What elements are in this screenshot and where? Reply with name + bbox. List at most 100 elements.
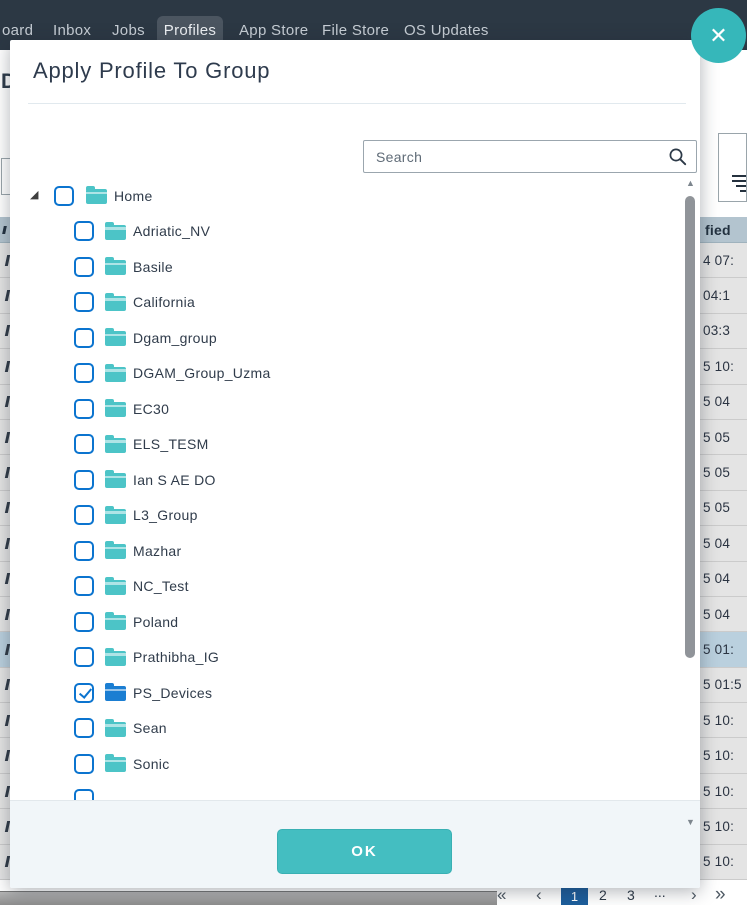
tree-item[interactable]: California [28,285,684,321]
table-row: 5 10: [700,349,747,384]
pagination-last[interactable]: » [715,884,726,905]
tree-item[interactable]: Basile [28,249,684,285]
group-tree: ◢ Home Adriatic_NV Basile California Dga… [28,178,684,800]
checkbox[interactable] [74,328,94,348]
tree-item[interactable]: L3_Group [28,498,684,534]
tree-item-clipped[interactable] [28,782,684,801]
search-icon[interactable] [668,147,688,167]
checkbox[interactable] [74,541,94,561]
background-searchbox-edge [1,158,10,195]
table-row: 5 10: [700,809,747,844]
background-table-row-edge [0,314,10,349]
background-table-row-edge [0,774,10,809]
background-table-row-edge [0,703,10,738]
folder-icon [105,331,126,346]
folder-icon [105,260,126,275]
tree-item-label: NC_Test [133,578,189,594]
tab-os-updates[interactable]: OS Updates [404,22,489,39]
pagination-first[interactable]: « [497,885,506,905]
tree-item-label: Adriatic_NV [133,223,210,239]
tab-file-store[interactable]: File Store [322,22,389,39]
tab-app-store[interactable]: App Store [239,22,308,39]
background-table-row-edge [0,491,10,526]
modal-footer: OK [10,800,700,888]
tree-item[interactable]: EC30 [28,391,684,427]
tree-item-home[interactable]: ◢ Home [28,178,684,214]
table-row: 5 05 [700,491,747,526]
tree-item[interactable]: Prathibha_IG [28,640,684,676]
table-row: 5 01:5 [700,668,747,703]
background-table-left-edge [0,217,10,880]
checkbox[interactable] [74,470,94,490]
checkbox[interactable] [74,612,94,632]
checkbox-home[interactable] [54,186,74,206]
tree-item-label: EC30 [133,401,169,417]
background-table-row-edge [0,278,10,313]
tree-item[interactable]: NC_Test [28,569,684,605]
checkbox[interactable] [74,221,94,241]
tree-item[interactable]: Poland [28,604,684,640]
folder-icon [105,757,126,772]
tree-item-label: Poland [133,614,178,630]
checkbox[interactable] [74,292,94,312]
tree-item[interactable]: Sean [28,711,684,747]
expand-caret-icon[interactable]: ◢ [30,190,42,201]
horizontal-scrollbar[interactable] [0,891,497,905]
table-row: 04:1 [700,278,747,313]
checkbox[interactable] [74,399,94,419]
close-button[interactable]: ✕ [691,8,746,63]
checkbox[interactable] [74,363,94,383]
tree-item[interactable]: PS_Devices [28,675,684,711]
table-row: 5 04 [700,385,747,420]
pagination-prev[interactable]: ‹ [536,885,542,905]
table-row: 5 10: [700,703,747,738]
pagination-page-1-active[interactable]: 1 [561,888,588,905]
background-table-row-edge [0,597,10,632]
tree-item[interactable]: Adriatic_NV [28,214,684,250]
checkbox[interactable] [74,257,94,277]
scroll-down-icon[interactable]: ▼ [684,817,697,827]
tab-inbox[interactable]: Inbox [53,22,91,39]
pagination-next[interactable]: › [691,885,697,905]
background-table-row-edge [0,845,10,880]
folder-icon [105,509,126,524]
checkbox[interactable] [74,789,94,800]
background-table-row-edge [0,243,10,278]
folder-icon [86,189,107,204]
ok-button[interactable]: OK [277,829,452,874]
background-table-row-edge [0,349,10,384]
checkbox[interactable] [74,754,94,774]
tree-item[interactable]: Sonic [28,746,684,782]
scrollbar-thumb[interactable] [685,196,695,658]
tree-item[interactable]: ELS_TESM [28,427,684,463]
checkbox[interactable] [74,576,94,596]
checkbox[interactable] [74,683,94,703]
background-table-header-left [0,217,10,243]
tree-item-label: ELS_TESM [133,436,209,452]
tree-item[interactable]: Mazhar [28,533,684,569]
tab-jobs[interactable]: Jobs [112,22,145,39]
folder-icon [105,615,126,630]
checkbox[interactable] [74,647,94,667]
folder-icon [105,686,126,701]
folder-icon [105,473,126,488]
checkbox[interactable] [74,718,94,738]
search-box [363,140,697,173]
tree-item-label: L3_Group [133,507,198,523]
close-icon: ✕ [709,23,727,48]
folder-icon [105,367,126,382]
modal-title: Apply Profile To Group [33,58,270,84]
pagination-page-2[interactable]: 2 [599,887,607,903]
background-table-row-edge [0,632,10,667]
tab-dashboard[interactable]: oard [2,22,33,39]
background-table-row-edge [0,455,10,490]
checkbox[interactable] [74,434,94,454]
tree-item[interactable]: Dgam_group [28,320,684,356]
table-row: 5 04 [700,597,747,632]
tree-item[interactable]: Ian S AE DO [28,462,684,498]
pagination-page-3[interactable]: 3 [627,887,635,903]
tree-item[interactable]: DGAM_Group_Uzma [28,356,684,392]
scroll-up-icon[interactable]: ▲ [684,178,697,188]
checkbox[interactable] [74,505,94,525]
search-input[interactable] [364,141,660,172]
